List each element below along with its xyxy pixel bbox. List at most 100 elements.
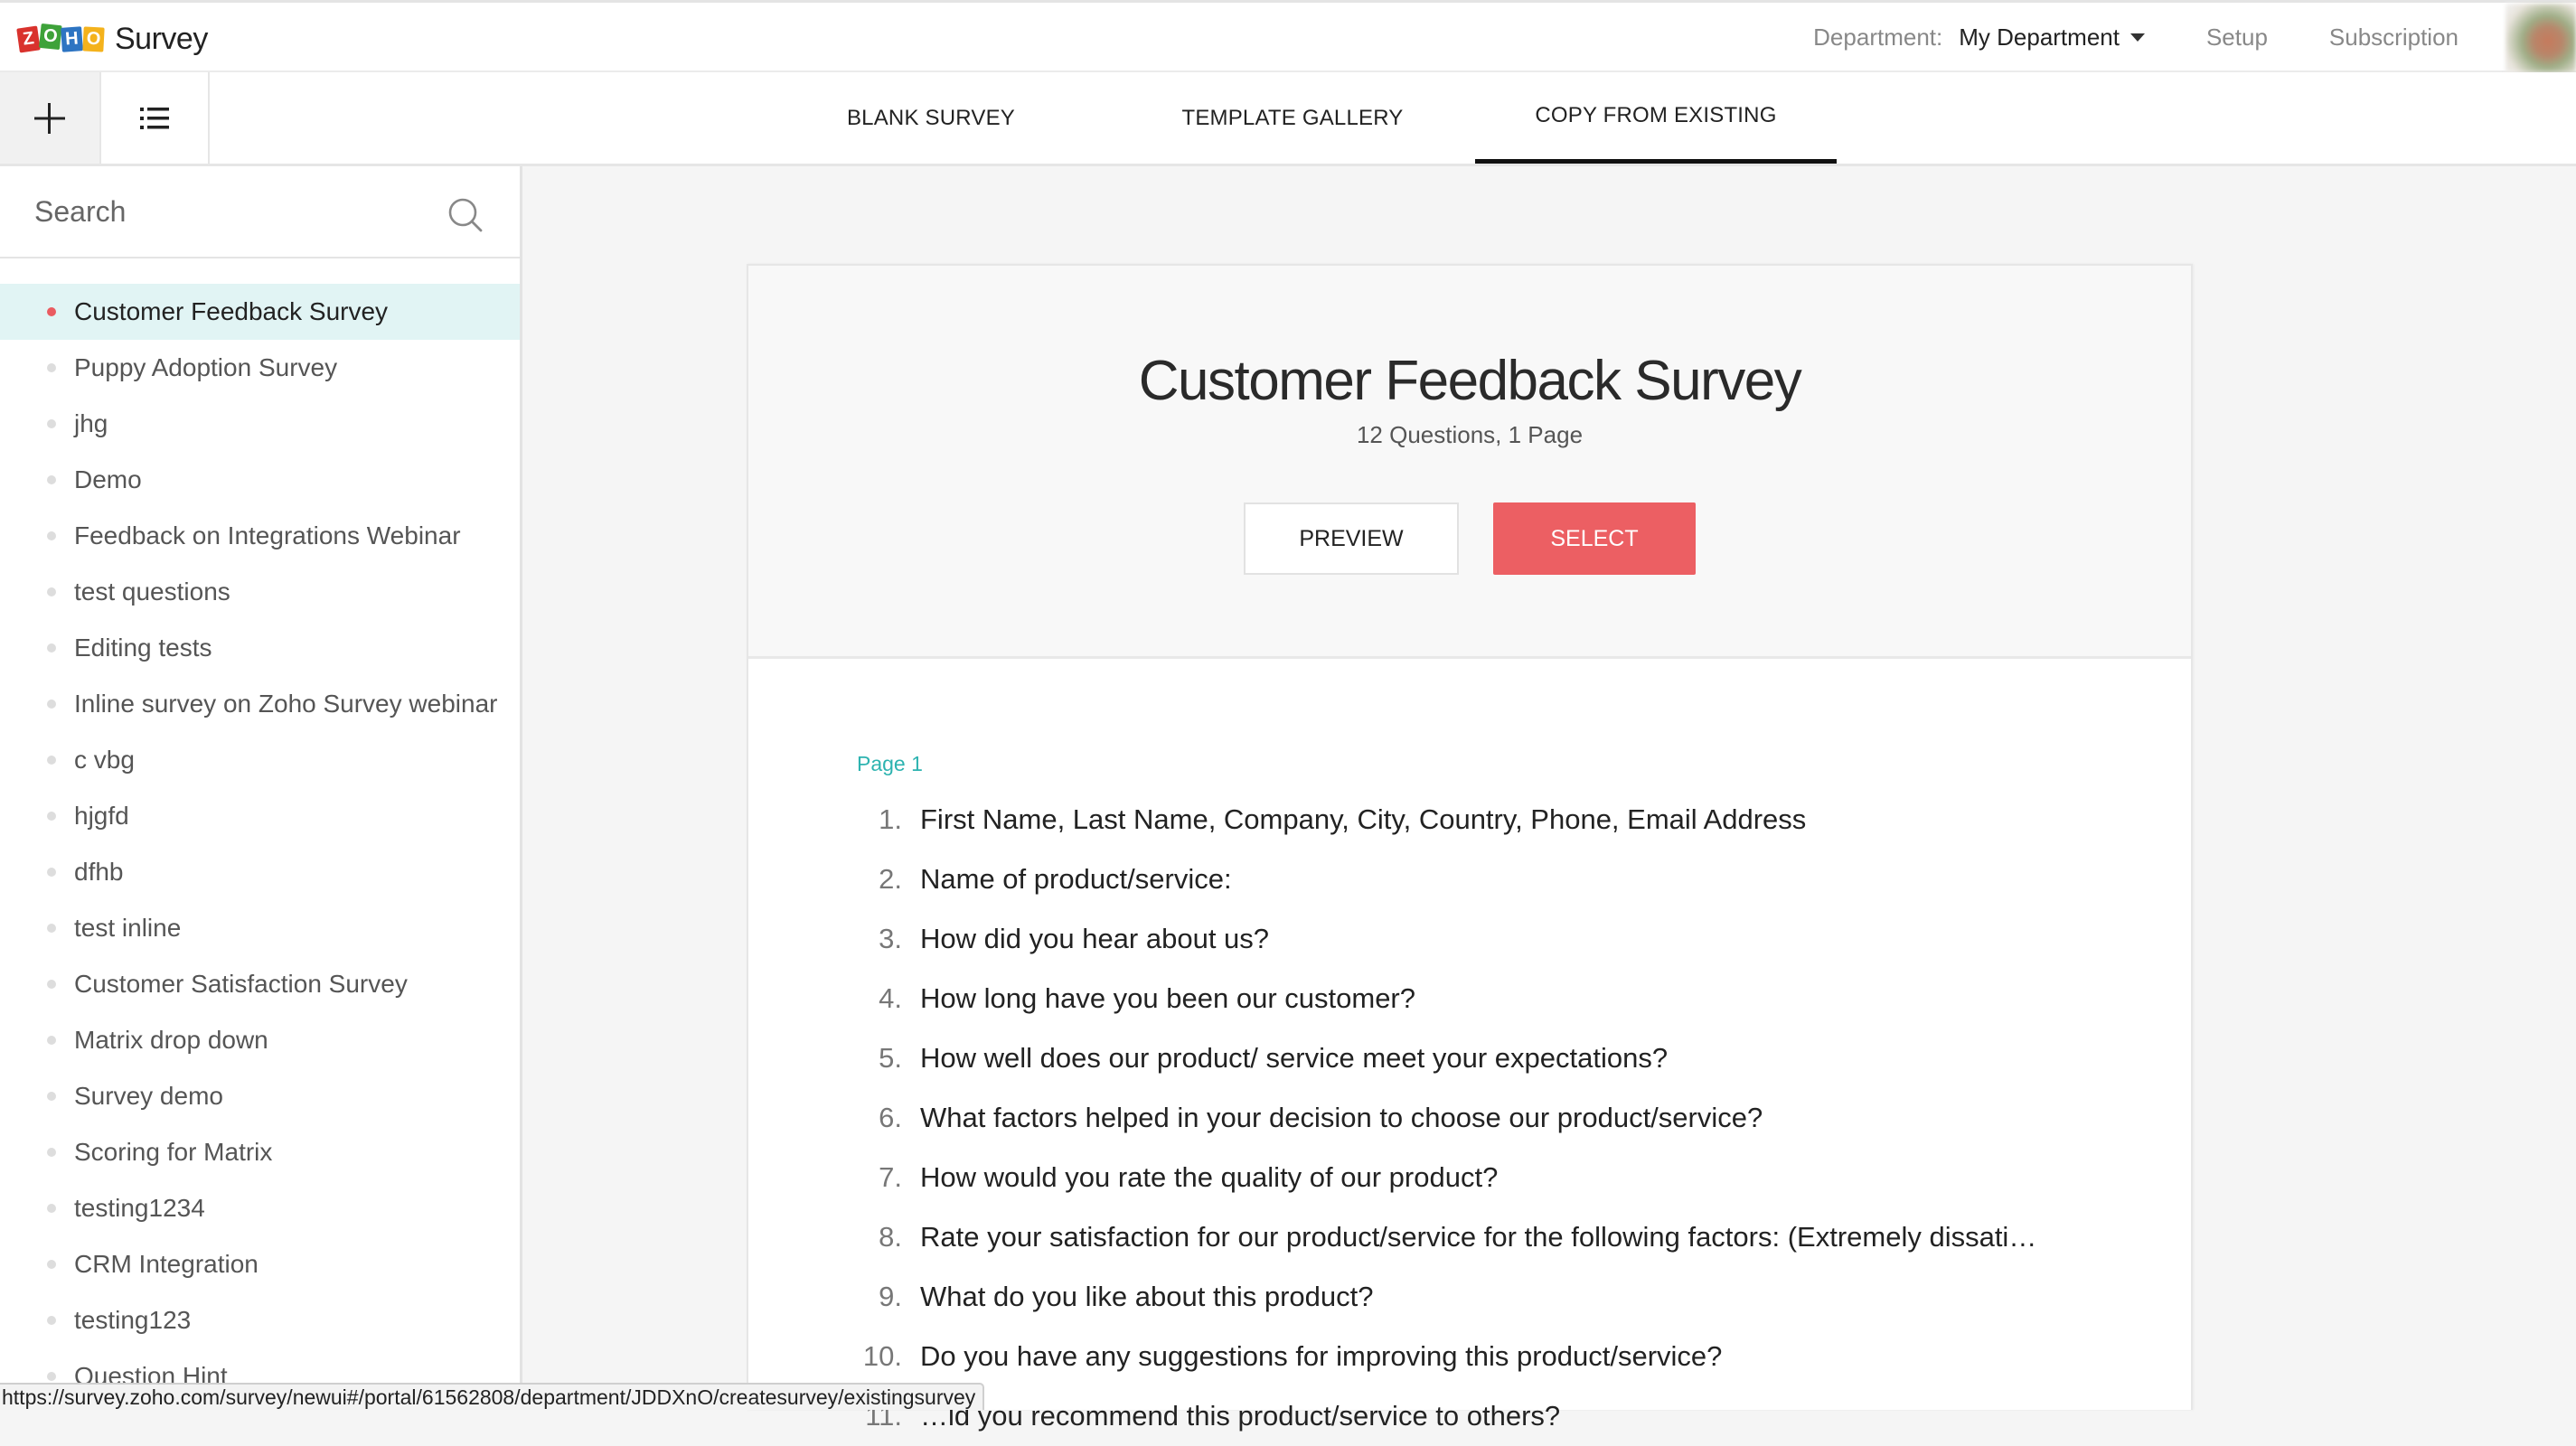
subscription-link[interactable]: Subscription (2329, 23, 2458, 52)
survey-list-item[interactable]: Editing tests (0, 620, 520, 676)
question-number: 7. (879, 1161, 902, 1193)
select-button[interactable]: SELECT (1493, 502, 1696, 575)
top-header: Z O H O Survey Department: My Department… (0, 0, 2576, 72)
question-item: 11. …ld you recommend this product/servic… (839, 1386, 2158, 1446)
survey-title: Customer Feedback Survey (1138, 350, 1802, 412)
survey-list-item-label: Survey demo (74, 1082, 223, 1110)
user-avatar[interactable] (2505, 3, 2576, 72)
bullet-icon (47, 587, 56, 596)
search-icon[interactable] (447, 197, 484, 233)
bullet-icon (47, 1260, 56, 1269)
question-text: How well does our product/ service meet … (920, 1042, 1669, 1074)
tab-template-gallery[interactable]: TEMPLATE GALLERY (1112, 72, 1473, 164)
survey-list-button[interactable] (101, 72, 210, 164)
bullet-icon (47, 643, 56, 653)
bullet-icon (47, 980, 56, 989)
survey-list-item[interactable]: Demo (0, 452, 520, 508)
question-text: First Name, Last Name, Company, City, Co… (920, 803, 1807, 835)
bullet-icon (47, 1148, 56, 1157)
bullet-icon (47, 756, 56, 765)
question-text: What factors helped in your decision to … (920, 1102, 1763, 1133)
survey-list-item[interactable]: Matrix drop down (0, 1012, 520, 1068)
question-item: 3. How did you hear about us? (839, 909, 2158, 969)
survey-list-item-label: hjgfd (74, 802, 129, 830)
bullet-icon (47, 700, 56, 709)
survey-list-item[interactable]: Scoring for Matrix (0, 1124, 520, 1180)
survey-list-item[interactable]: dfhb (0, 844, 520, 900)
bullet-icon (47, 924, 56, 933)
survey-list-item[interactable]: hjgfd (0, 788, 520, 844)
survey-list: Customer Feedback Survey Puppy Adoption … (0, 284, 520, 1404)
caret-down-icon (2129, 33, 2145, 42)
question-number: 1. (879, 803, 902, 835)
survey-list-item-label: Matrix drop down (74, 1026, 268, 1054)
question-text: Name of product/service: (920, 863, 1232, 895)
bullet-icon (47, 419, 56, 428)
department-dropdown[interactable]: My Department (1959, 23, 2145, 52)
survey-list-item-label: Feedback on Integrations Webinar (74, 521, 461, 549)
plus-icon (34, 102, 65, 134)
survey-list-item-label: dfhb (74, 858, 124, 886)
survey-list-item[interactable]: test inline (0, 900, 520, 956)
question-item: 6. What factors helped in your decision t… (839, 1088, 2158, 1148)
logo-letter: O (38, 23, 62, 50)
survey-list-item-label: Demo (74, 465, 142, 493)
survey-list-item[interactable]: testing123 (0, 1292, 520, 1348)
survey-list-item[interactable]: CRM Integration (0, 1236, 520, 1292)
survey-list-item-label: test inline (74, 914, 182, 942)
survey-list-item[interactable]: Survey demo (0, 1068, 520, 1124)
question-item: 2. Name of product/service: (839, 850, 2158, 909)
new-survey-button[interactable] (0, 72, 101, 164)
page-label: Page 1 (857, 752, 923, 775)
survey-list-item-label: Puppy Adoption Survey (74, 353, 338, 381)
bullet-icon (47, 1092, 56, 1101)
survey-list-item-label: c vbg (74, 746, 135, 774)
header-right: Department: My Department Setup Subscrip… (1813, 3, 2576, 72)
bullet-icon (47, 1204, 56, 1213)
survey-list-item[interactable]: Feedback on Integrations Webinar (0, 508, 520, 564)
action-buttons: PREVIEW SELECT (748, 502, 2191, 575)
survey-list-item-label: testing1234 (74, 1194, 205, 1222)
survey-preview-card: Customer Feedback Survey 12 Questions, 1… (747, 264, 2193, 1432)
question-item: 8. Rate your satisfaction for our product… (839, 1207, 2158, 1267)
survey-list-item-label: testing123 (74, 1306, 192, 1334)
department-value: My Department (1959, 23, 2120, 51)
question-number: 9. (879, 1281, 902, 1312)
question-number: 3. (879, 923, 902, 954)
question-text: Do you have any suggestions for improvin… (920, 1340, 1723, 1372)
question-text: How long have you been our customer? (920, 982, 1415, 1014)
logo-letter: H (61, 25, 83, 52)
survey-list-item[interactable]: test questions (0, 564, 520, 620)
tab-blank-survey[interactable]: BLANK SURVEY (795, 72, 1067, 164)
survey-list-item-label: Customer Feedback Survey (74, 297, 389, 325)
zoho-survey-logo[interactable]: Z O H O Survey (16, 19, 208, 59)
survey-list-item-label: test questions (74, 577, 230, 606)
survey-list-item[interactable]: testing1234 (0, 1180, 520, 1236)
search-box (0, 166, 520, 258)
survey-list-item-label: Inline survey on Zoho Survey webinar (74, 690, 498, 718)
search-input[interactable] (34, 194, 432, 229)
survey-sidebar: Customer Feedback Survey Puppy Adoption … (0, 166, 522, 1410)
tab-copy-from-existing[interactable]: COPY FROM EXISTING (1475, 72, 1837, 164)
survey-list-item[interactable]: Inline survey on Zoho Survey webinar (0, 676, 520, 732)
toolbar: BLANK SURVEY TEMPLATE GALLERY COPY FROM … (0, 72, 2576, 166)
question-item: 5. How well does our product/ service mee… (839, 1028, 2158, 1088)
question-item: 1. First Name, Last Name, Company, City, … (839, 790, 2158, 850)
survey-list-item[interactable]: jhg (0, 396, 520, 452)
survey-list-item-label: Scoring for Matrix (74, 1138, 273, 1166)
setup-link[interactable]: Setup (2206, 23, 2268, 52)
logo-letter: O (82, 25, 105, 52)
survey-list-item[interactable]: Customer Feedback Survey (0, 284, 520, 340)
question-item: 9. What do you like about this product? (839, 1267, 2158, 1327)
department-label: Department: (1813, 23, 1943, 51)
preview-button[interactable]: PREVIEW (1244, 502, 1459, 575)
survey-list-item[interactable]: Customer Satisfaction Survey (0, 956, 520, 1012)
survey-list-item[interactable]: c vbg (0, 732, 520, 788)
survey-list-item[interactable]: Puppy Adoption Survey (0, 340, 520, 396)
question-text: Rate your satisfaction for our product/s… (920, 1221, 2037, 1253)
logo-letter: Z (16, 25, 41, 52)
bullet-icon (47, 475, 56, 484)
bullet-icon (47, 363, 56, 372)
question-text: How would you rate the quality of our pr… (920, 1161, 1499, 1193)
question-item: 7. How would you rate the quality of our … (839, 1148, 2158, 1207)
